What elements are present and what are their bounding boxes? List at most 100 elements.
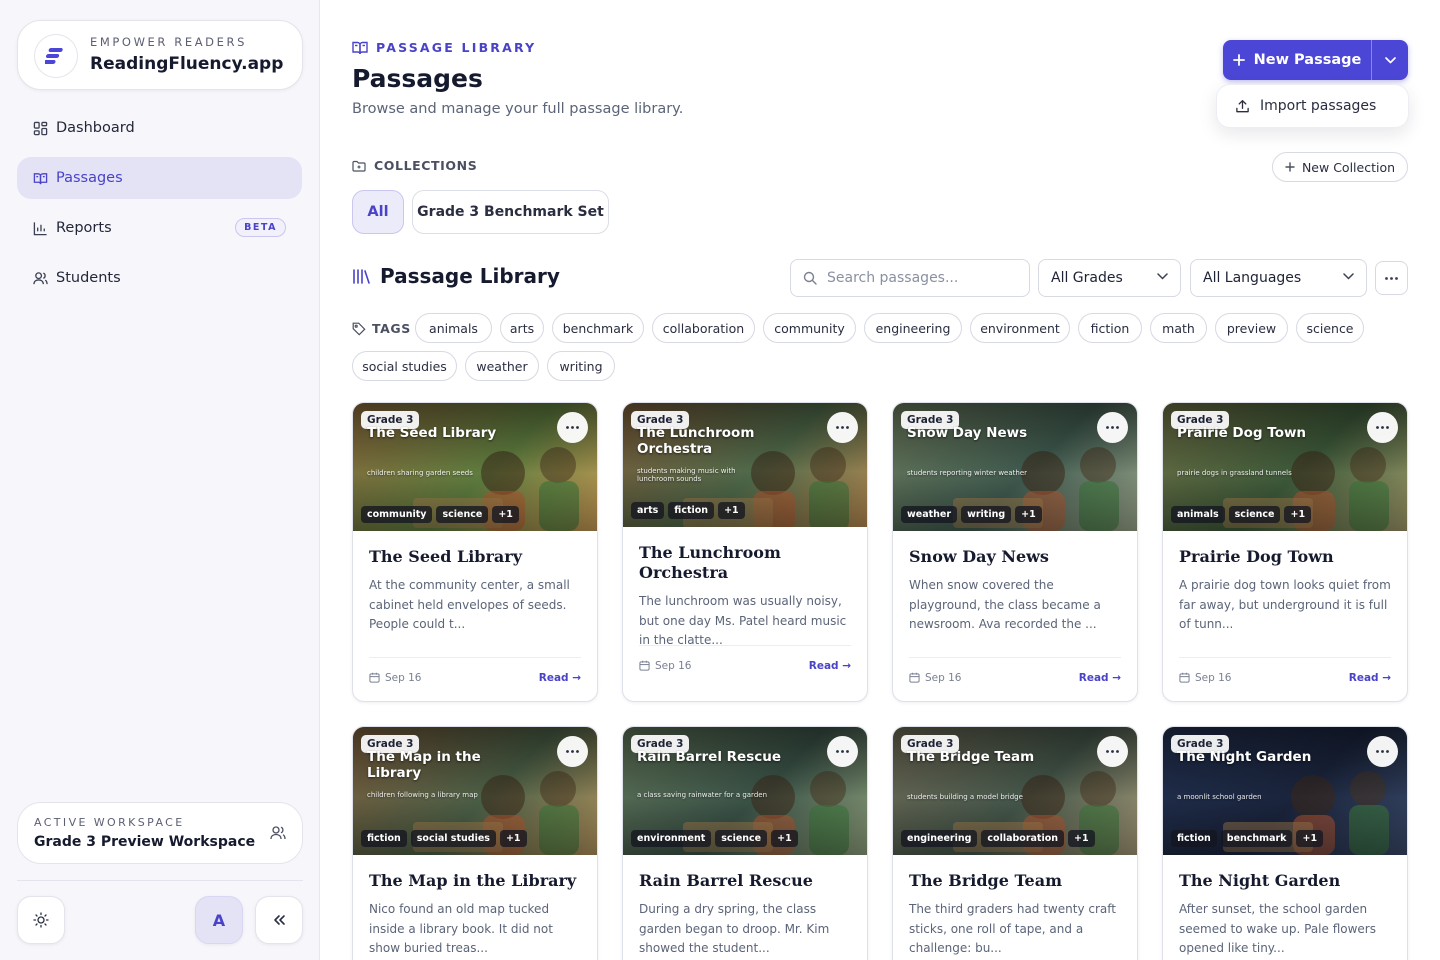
- tag-arts[interactable]: arts: [500, 313, 544, 343]
- theme-toggle-button[interactable]: [17, 896, 65, 944]
- card-title[interactable]: Rain Barrel Rescue: [639, 871, 851, 891]
- passage-card[interactable]: Grade 3 The Night Garden a moonlit school …: [1162, 726, 1408, 960]
- card-menu-button[interactable]: [557, 412, 588, 443]
- card-title[interactable]: The Lunchroom Orchestra: [639, 543, 851, 583]
- read-link[interactable]: Read →: [809, 660, 851, 672]
- card-body: The Bridge Team The third graders had twe…: [893, 855, 1137, 959]
- tag-benchmark[interactable]: benchmark: [552, 313, 644, 343]
- card-tag-list: arts fiction +1: [631, 502, 745, 519]
- sidebar-item-label: Dashboard: [56, 120, 135, 136]
- read-link[interactable]: Read →: [1079, 672, 1121, 684]
- card-menu-button[interactable]: [1367, 736, 1398, 767]
- main-content: PASSAGE LIBRARY Passages Browse and mana…: [320, 0, 1440, 960]
- card-title[interactable]: Snow Day News: [909, 547, 1121, 567]
- workspace-name: Grade 3 Preview Workspace: [34, 834, 256, 850]
- workspace-switcher[interactable]: ACTIVE WORKSPACE Grade 3 Preview Workspa…: [17, 802, 303, 864]
- brand-logo-icon: [34, 34, 78, 78]
- card-body: Prairie Dog Town A prairie dog town looks…: [1163, 531, 1407, 684]
- card-tag-list: weather writing +1: [901, 506, 1042, 523]
- sidebar-nav: Dashboard Passages Reports BETA Students: [17, 107, 302, 307]
- tag-social-studies[interactable]: social studies: [352, 351, 457, 381]
- tag-environment[interactable]: environment: [970, 313, 1070, 343]
- tag-animals[interactable]: animals: [415, 313, 492, 343]
- card-title[interactable]: The Bridge Team: [909, 871, 1121, 891]
- passage-card[interactable]: Grade 3 The Lunchroom Orchestra students m…: [622, 402, 868, 702]
- card-title[interactable]: The Seed Library: [369, 547, 581, 567]
- brand-card[interactable]: EMPOWER READERS ReadingFluency.app: [17, 20, 303, 90]
- more-horizontal-icon: [1376, 426, 1389, 429]
- tag-fiction[interactable]: fiction: [1078, 313, 1142, 343]
- collection-chip-all[interactable]: All: [352, 190, 404, 234]
- brand-name: ReadingFluency.app: [90, 54, 284, 74]
- chevrons-left-icon: [274, 915, 285, 925]
- chevron-down-icon: [1343, 273, 1354, 280]
- new-passage-button[interactable]: New Passage: [1223, 40, 1372, 80]
- card-title[interactable]: The Map in the Library: [369, 871, 581, 891]
- language-filter-select[interactable]: All Languages: [1190, 259, 1367, 297]
- tag-preview[interactable]: preview: [1215, 313, 1288, 343]
- card-body: Snow Day News When snow covered the playg…: [893, 531, 1137, 684]
- sidebar-item-dashboard[interactable]: Dashboard: [17, 107, 302, 149]
- sun-icon: [33, 912, 49, 928]
- passage-card[interactable]: Grade 3 Prairie Dog Town prairie dogs in g…: [1162, 402, 1408, 702]
- library-more-button[interactable]: [1375, 261, 1408, 295]
- read-link[interactable]: Read →: [539, 672, 581, 684]
- thumbnail-title: The Map in the Library: [367, 749, 481, 781]
- card-title[interactable]: Prairie Dog Town: [1179, 547, 1391, 567]
- card-tag-list: fiction benchmark +1: [1171, 830, 1324, 847]
- card-body: Rain Barrel Rescue During a dry spring, t…: [623, 855, 867, 959]
- passage-card[interactable]: Grade 3 Snow Day News students reporting w…: [892, 402, 1138, 702]
- new-collection-label: New Collection: [1301, 159, 1396, 175]
- card-title[interactable]: The Night Garden: [1179, 871, 1391, 891]
- sidebar-item-students[interactable]: Students: [17, 257, 302, 299]
- card-menu-button[interactable]: [1097, 412, 1128, 443]
- new-collection-button[interactable]: New Collection: [1272, 152, 1408, 182]
- card-tag: fiction: [361, 830, 407, 847]
- card-footer: Sep 16 Read →: [369, 657, 581, 697]
- grade-filter-select[interactable]: All Grades: [1038, 259, 1181, 297]
- card-menu-button[interactable]: [827, 736, 858, 767]
- tag-engineering[interactable]: engineering: [864, 313, 962, 343]
- chevron-down-icon: [1157, 273, 1168, 280]
- collections-label: COLLECTIONS: [352, 158, 477, 173]
- calendar-icon: [909, 672, 920, 683]
- sidebar-item-passages[interactable]: Passages: [17, 157, 302, 199]
- passage-thumbnail: Grade 3 The Night Garden a moonlit school …: [1163, 727, 1407, 855]
- avatar[interactable]: A: [195, 896, 243, 944]
- card-tag: collaboration: [981, 830, 1065, 847]
- read-link[interactable]: Read →: [1349, 672, 1391, 684]
- dashboard-icon: [33, 121, 48, 135]
- tag-science[interactable]: science: [1296, 313, 1364, 343]
- search-input[interactable]: [827, 270, 1017, 286]
- tag-math[interactable]: math: [1150, 313, 1207, 343]
- tag-community[interactable]: community: [763, 313, 856, 343]
- sidebar-item-reports[interactable]: Reports BETA: [17, 207, 302, 249]
- more-horizontal-icon: [1106, 750, 1119, 753]
- tag-collaboration[interactable]: collaboration: [652, 313, 755, 343]
- import-passages-menu-item[interactable]: Import passages: [1216, 84, 1409, 128]
- card-tag: fiction: [668, 502, 715, 519]
- tag-weather[interactable]: weather: [465, 351, 539, 381]
- page-subtitle: Browse and manage your full passage libr…: [352, 101, 684, 117]
- new-passage-menu-toggle[interactable]: [1372, 40, 1408, 80]
- collapse-sidebar-button[interactable]: [255, 896, 303, 944]
- more-horizontal-icon: [1106, 426, 1119, 429]
- collection-chip-benchmark[interactable]: Grade 3 Benchmark Set: [412, 190, 609, 234]
- passage-thumbnail: Grade 3 The Bridge Team students building …: [893, 727, 1137, 855]
- card-menu-button[interactable]: [827, 412, 858, 443]
- grade-filter-value: All Grades: [1051, 270, 1123, 286]
- card-date-text: Sep 16: [925, 671, 962, 684]
- passage-card[interactable]: Grade 3 The Map in the Library children fo…: [352, 726, 598, 960]
- tag-writing[interactable]: writing: [547, 351, 615, 381]
- card-tag: +1: [1015, 506, 1042, 523]
- passage-card[interactable]: Grade 3 The Seed Library children sharing …: [352, 402, 598, 702]
- card-menu-button[interactable]: [1097, 736, 1128, 767]
- card-menu-button[interactable]: [1367, 412, 1398, 443]
- tags-label-text: TAGS: [372, 321, 411, 336]
- book-open-icon: [33, 172, 48, 184]
- passage-card[interactable]: Grade 3 The Bridge Team students building …: [892, 726, 1138, 960]
- passage-card[interactable]: Grade 3 Rain Barrel Rescue a class saving …: [622, 726, 868, 960]
- card-menu-button[interactable]: [557, 736, 588, 767]
- card-tag: science: [436, 506, 489, 523]
- card-excerpt: The third graders had twenty craft stick…: [909, 902, 1116, 955]
